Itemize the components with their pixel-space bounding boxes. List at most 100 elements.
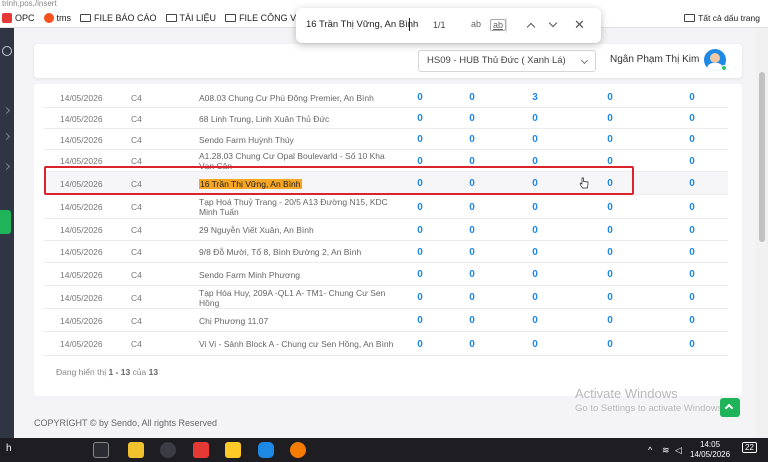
count-cell[interactable]: 0 — [525, 332, 545, 356]
count-cell[interactable]: 0 — [525, 241, 545, 263]
count-cell[interactable]: 0 — [682, 172, 702, 195]
task-view-icon[interactable] — [93, 442, 109, 458]
count-cell[interactable]: 0 — [410, 309, 430, 332]
count-cell[interactable]: 0 — [600, 309, 620, 332]
wifi-icon[interactable]: ≋ — [662, 445, 670, 456]
table-row[interactable]: 14/05/2026 C4 9/8 Đỗ Mười, Tổ 8, Bình Đườn… — [44, 241, 728, 263]
chevron-right-icon[interactable] — [2, 106, 11, 115]
table-row[interactable]: 14/05/2026 C4 Sendo Farm Huỳnh Thúy 0 0 0 0 0 — [44, 129, 728, 150]
count-cell[interactable]: 0 — [600, 263, 620, 286]
close-icon[interactable]: ✕ — [574, 17, 585, 33]
table-row[interactable]: 14/05/2026 C4 Vi Vi - Sảnh Block A - Chung… — [44, 332, 728, 356]
notification-badge[interactable]: 22 — [742, 442, 757, 453]
chrome-icon[interactable] — [160, 442, 176, 458]
sticky-notes-icon[interactable] — [225, 442, 241, 458]
count-cell[interactable]: 0 — [462, 195, 482, 219]
user-name[interactable]: Ngân Phạm Thị Kim — [610, 54, 699, 65]
count-cell[interactable]: 0 — [600, 87, 620, 108]
count-cell[interactable]: 0 — [600, 195, 620, 219]
count-cell[interactable]: 0 — [600, 108, 620, 129]
count-cell[interactable]: 0 — [410, 263, 430, 286]
table-row[interactable]: 14/05/2026 C4 Tạp Hóa Huy, 209A -QL1 A- TM… — [44, 286, 728, 309]
bookmark-tms[interactable]: tms — [43, 12, 71, 23]
count-cell[interactable]: 0 — [682, 241, 702, 263]
count-cell[interactable]: 0 — [682, 219, 702, 241]
sidebar-active-item[interactable] — [0, 210, 11, 234]
count-cell[interactable]: 0 — [410, 108, 430, 129]
count-cell[interactable]: 0 — [525, 286, 545, 309]
count-cell[interactable]: 0 — [410, 332, 430, 356]
match-word-toggle[interactable]: ab — [490, 19, 507, 31]
count-cell[interactable]: 0 — [410, 195, 430, 219]
next-match-icon[interactable] — [548, 18, 558, 28]
scroll-to-top-button[interactable] — [720, 398, 740, 417]
count-cell[interactable]: 0 — [525, 263, 545, 286]
count-cell[interactable]: 0 — [600, 241, 620, 263]
count-cell-text: 0 — [417, 292, 423, 303]
count-cell[interactable]: 0 — [410, 241, 430, 263]
count-cell[interactable]: 0 — [600, 332, 620, 356]
table-row[interactable]: 14/05/2026 C4 29 Nguyễn Viết Xuân, An Bình… — [44, 219, 728, 241]
count-cell[interactable]: 0 — [682, 129, 702, 150]
chevron-right-icon[interactable] — [2, 132, 11, 141]
count-cell[interactable]: 0 — [410, 87, 430, 108]
count-cell[interactable]: 0 — [525, 219, 545, 241]
count-cell[interactable]: 0 — [462, 241, 482, 263]
count-cell[interactable]: 0 — [462, 129, 482, 150]
count-cell[interactable]: 0 — [525, 309, 545, 332]
count-cell[interactable]: 0 — [462, 108, 482, 129]
bookmark-opc[interactable]: OPC — [2, 12, 35, 23]
date-cell-text: 14/05/2026 — [60, 315, 103, 326]
taskbar-clock[interactable]: 14:05 14/05/2026 — [690, 440, 730, 460]
count-cell[interactable]: 0 — [682, 195, 702, 219]
wps-icon[interactable] — [193, 442, 209, 458]
count-cell[interactable]: 0 — [462, 219, 482, 241]
count-cell[interactable]: 0 — [462, 286, 482, 309]
menu-toggle-icon[interactable] — [2, 46, 12, 56]
count-cell[interactable]: 0 — [462, 87, 482, 108]
count-cell[interactable]: 0 — [682, 309, 702, 332]
count-cell[interactable]: 0 — [600, 219, 620, 241]
bookmark-tai-lieu[interactable]: TÀI LIỆU — [165, 13, 216, 23]
count-cell[interactable]: 3 — [525, 87, 545, 108]
count-cell[interactable]: 0 — [600, 286, 620, 309]
count-cell[interactable]: 0 — [682, 87, 702, 108]
table-row[interactable]: 14/05/2026 C4 Chị Phương 11.07 0 0 0 0 0 — [44, 309, 728, 332]
zalo-icon[interactable] — [258, 442, 274, 458]
count-cell[interactable]: 0 — [410, 219, 430, 241]
previous-match-icon[interactable] — [526, 22, 536, 32]
table-row[interactable]: 14/05/2026 C4 A08.03 Chung Cư Phú Đông Pre… — [44, 87, 728, 108]
count-cell[interactable]: 0 — [682, 286, 702, 309]
scrollbar-thumb[interactable] — [759, 72, 765, 242]
table-row[interactable]: 14/05/2026 C4 Tạp Hoá Thuỷ Trang - 20/5 A1… — [44, 195, 728, 219]
bookmark-file-bao-cao[interactable]: FILE BÁO CÁO — [80, 13, 157, 23]
count-cell[interactable]: 0 — [682, 263, 702, 286]
count-cell[interactable]: 0 — [600, 129, 620, 150]
count-cell[interactable]: 0 — [525, 108, 545, 129]
count-cell-text: 0 — [607, 92, 613, 103]
count-cell[interactable]: 0 — [525, 129, 545, 150]
count-cell[interactable]: 0 — [462, 309, 482, 332]
taskbar-search[interactable]: h — [6, 443, 12, 454]
address-bar[interactable]: trinh,pos,/insert — [0, 0, 768, 8]
match-case-toggle[interactable]: ab — [471, 19, 481, 29]
volume-icon[interactable]: ◁ — [675, 445, 682, 456]
file-explorer-icon[interactable] — [128, 442, 144, 458]
find-input[interactable]: 16 Trần Thị Vững, An Bình — [306, 19, 418, 30]
table-row[interactable]: 14/05/2026 C4 Sendo Farm Minh Phương 0 0 0 0 0 — [44, 263, 728, 286]
table-row[interactable]: 14/05/2026 C4 68 Linh Trung, Linh Xuân Thủ… — [44, 108, 728, 129]
count-cell[interactable]: 0 — [462, 263, 482, 286]
page-scrollbar[interactable] — [756, 28, 768, 438]
count-cell[interactable]: 0 — [462, 332, 482, 356]
count-cell[interactable]: 0 — [410, 129, 430, 150]
count-cell[interactable]: 0 — [410, 286, 430, 309]
count-cell[interactable]: 0 — [682, 108, 702, 129]
app-icon[interactable] — [290, 442, 306, 458]
chevron-right-icon[interactable] — [2, 162, 11, 171]
hub-select[interactable]: HS09 - HUB Thủ Đức ( Xanh Lá) — [418, 50, 596, 72]
count-cell[interactable]: 0 — [682, 150, 702, 172]
all-bookmarks[interactable]: Tất cả dấu trang — [684, 8, 760, 28]
count-cell[interactable]: 0 — [682, 332, 702, 356]
chevron-up-icon[interactable]: ^ — [648, 445, 652, 455]
count-cell[interactable]: 0 — [525, 195, 545, 219]
